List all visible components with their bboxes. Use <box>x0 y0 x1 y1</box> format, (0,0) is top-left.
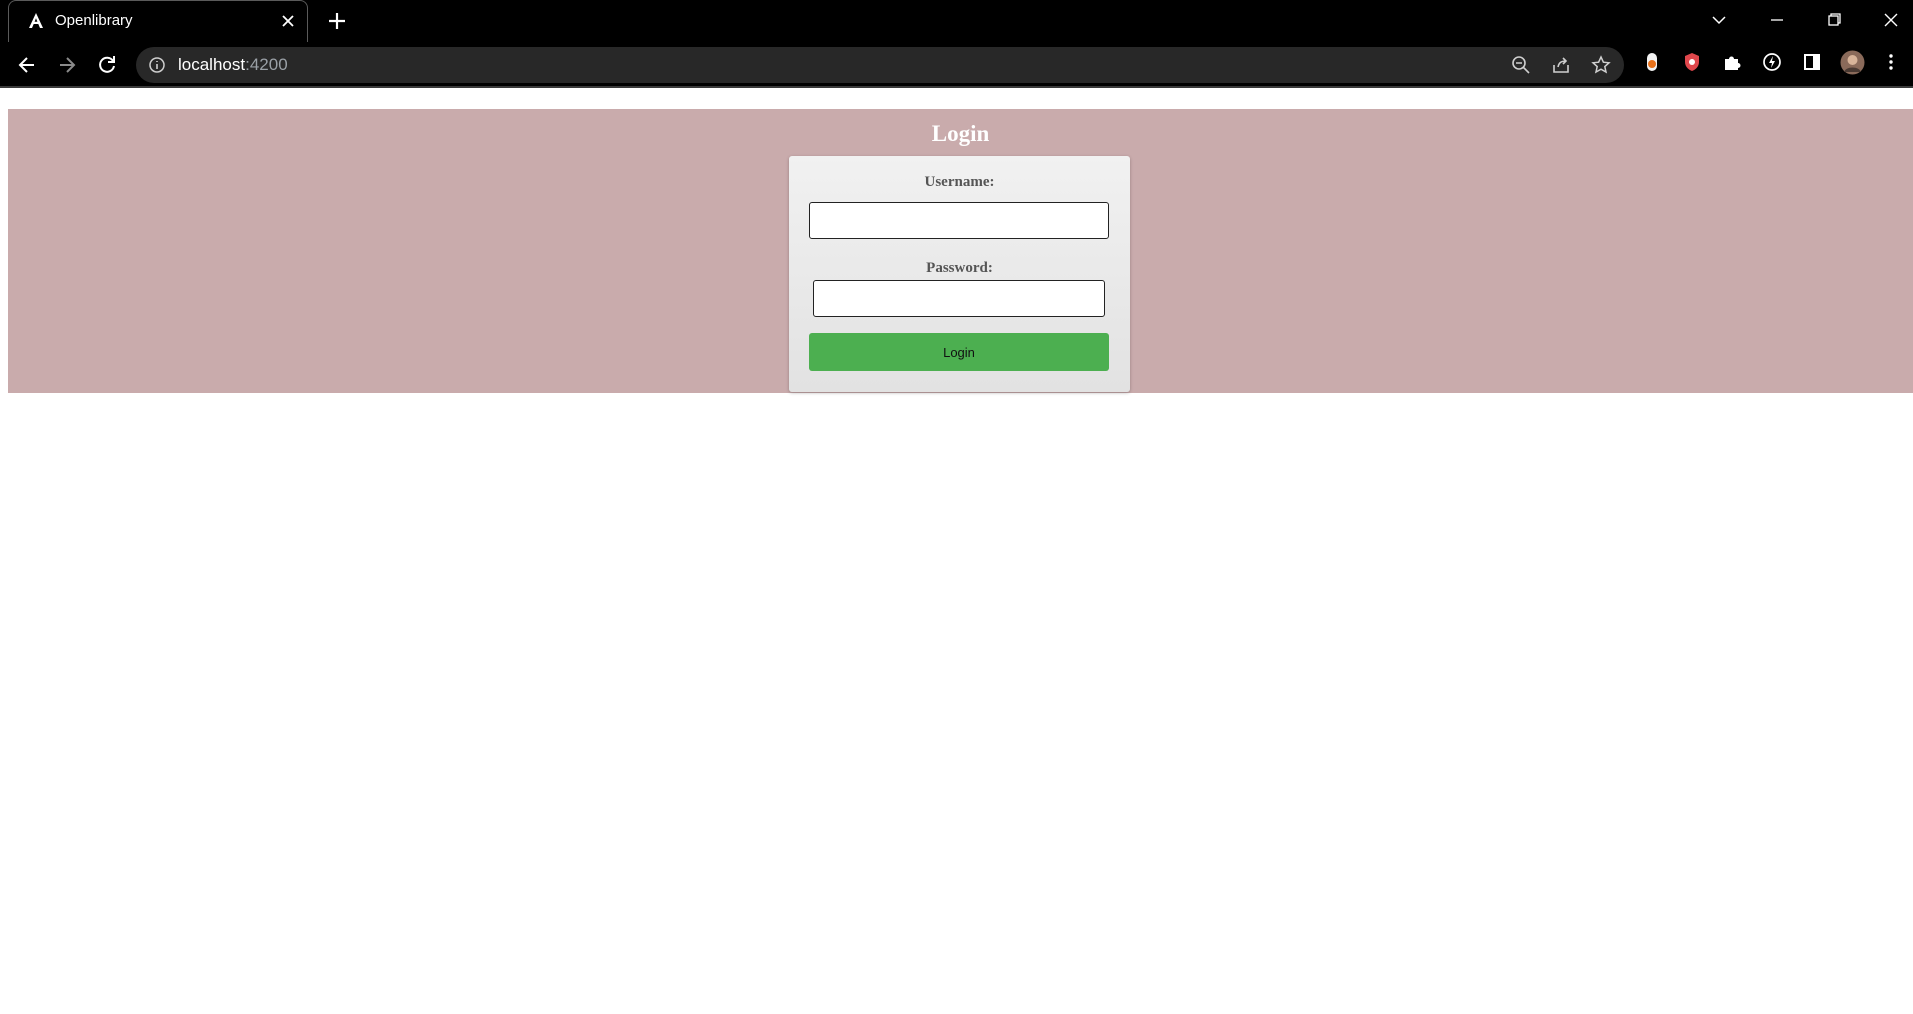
bookmark-star-icon[interactable] <box>1590 54 1612 76</box>
forward-icon[interactable] <box>53 51 81 79</box>
back-icon[interactable] <box>13 51 41 79</box>
profile-avatar[interactable] <box>1840 50 1865 75</box>
chrome-divider <box>0 86 1913 88</box>
page-title: Login <box>931 121 990 146</box>
tab-search-icon[interactable] <box>1706 8 1732 32</box>
zoom-icon[interactable] <box>1510 54 1532 76</box>
angular-logo-icon <box>29 13 43 28</box>
address-bar[interactable]: localhost:4200 <box>136 47 1624 83</box>
url-text: localhost:4200 <box>178 55 288 75</box>
url-port: :4200 <box>245 55 288 74</box>
performance-icon[interactable] <box>1761 51 1783 73</box>
new-tab-icon[interactable] <box>326 10 348 32</box>
username-label: Username: <box>924 174 995 190</box>
tab-title: Openlibrary <box>55 12 133 29</box>
close-window-icon[interactable] <box>1878 8 1904 32</box>
close-tab-icon[interactable] <box>279 12 297 30</box>
username-input[interactable] <box>809 202 1109 239</box>
site-info-icon[interactable] <box>148 56 166 74</box>
extension-honey-icon[interactable] <box>1641 51 1663 73</box>
restore-icon[interactable] <box>1821 8 1847 32</box>
login-card: Username: Password: Login <box>789 156 1130 392</box>
extension-shield-icon[interactable] <box>1681 51 1703 73</box>
minimize-icon[interactable] <box>1764 8 1790 32</box>
side-panel-icon[interactable] <box>1801 51 1823 73</box>
login-banner: Login Username: Password: Login <box>8 109 1913 393</box>
tab-openlibrary[interactable]: Openlibrary <box>8 0 308 42</box>
share-icon[interactable] <box>1550 54 1572 76</box>
browser-menu-icon[interactable] <box>1880 51 1902 73</box>
reload-icon[interactable] <box>93 51 121 79</box>
tab-bar: Openlibrary <box>0 0 1913 42</box>
password-label: Password: <box>926 260 993 276</box>
browser-toolbar: localhost:4200 <box>0 42 1913 88</box>
url-host: localhost <box>178 55 246 74</box>
browser-chrome: Openlibrary localhost:4200 <box>0 0 1913 88</box>
login-button[interactable]: Login <box>809 333 1109 371</box>
password-input[interactable] <box>813 280 1105 317</box>
extensions-puzzle-icon[interactable] <box>1721 51 1743 73</box>
